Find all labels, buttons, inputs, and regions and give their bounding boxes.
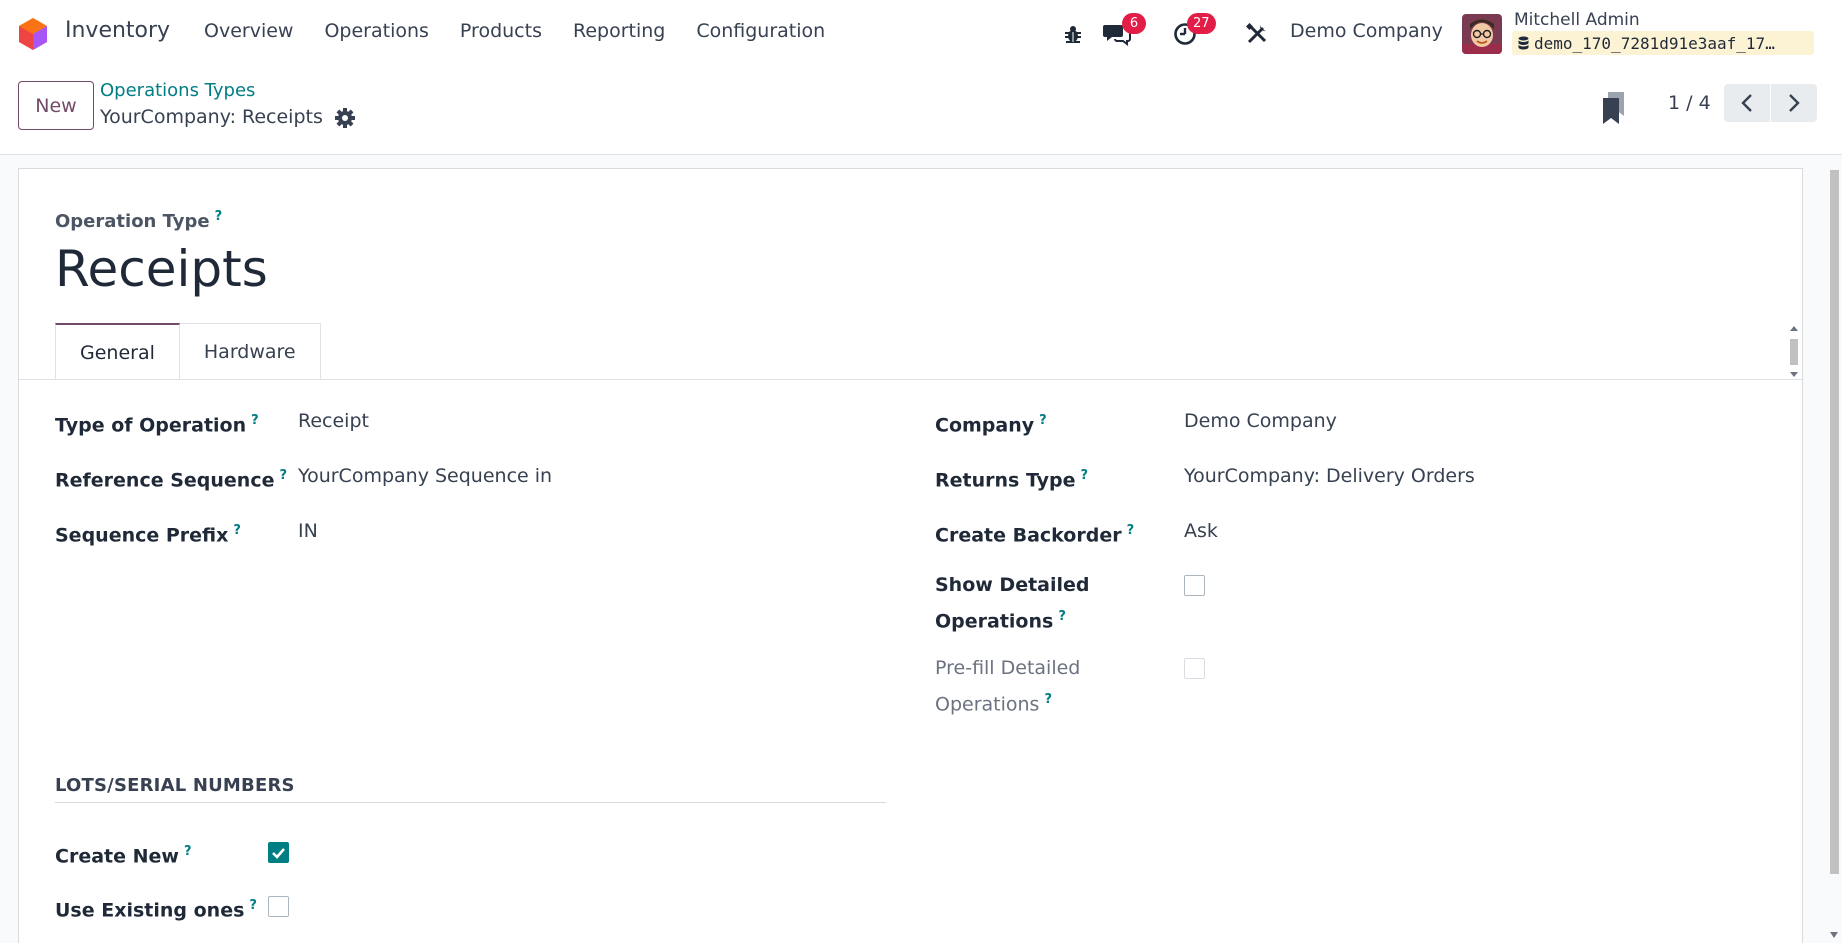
help-tooltip-icon[interactable]: ? [249,898,257,913]
main-menu: Overview Operations Products Reporting C… [204,20,856,42]
bookmarks-icon[interactable] [1601,91,1627,125]
top-navbar: Inventory Overview Operations Products R… [0,0,1842,67]
reference-sequence-label-text: Reference Sequence [55,469,275,492]
company-label: Company? [935,405,1047,441]
sequence-prefix-value[interactable]: IN [298,520,318,542]
database-chip[interactable]: demo_170_7281d91e3aaf_17… [1512,31,1814,55]
create-backorder-value[interactable]: Ask [1184,520,1218,542]
show-detailed-operations-label-line1: Show Detailed [935,574,1090,596]
messages-badge: 6 [1122,13,1146,34]
menu-operations[interactable]: Operations [324,20,428,42]
help-tooltip-icon[interactable]: ? [251,413,259,428]
tab-hardware[interactable]: Hardware [179,323,321,380]
help-tooltip-icon[interactable]: ? [215,209,223,224]
breadcrumb-operations-types[interactable]: Operations Types [100,80,255,101]
record-title[interactable]: Receipts [55,240,268,298]
type-of-operation-label: Type of Operation? [55,405,259,441]
create-new-checkbox[interactable] [268,842,289,863]
database-name: demo_170_7281d91e3aaf_17… [1534,33,1775,53]
use-existing-label-text: Use Existing ones [55,899,245,922]
operation-type-label: Operation Type? [55,209,222,232]
help-tooltip-icon[interactable]: ? [1058,609,1066,624]
new-button[interactable]: New [18,81,94,130]
type-of-operation-value[interactable]: Receipt [298,410,369,432]
returns-type-label: Returns Type? [935,460,1088,496]
help-tooltip-icon[interactable]: ? [1127,523,1135,538]
prefill-detailed-operations-checkbox [1184,658,1205,679]
create-backorder-label: Create Backorder? [935,515,1134,551]
pager-next-button[interactable] [1771,84,1817,122]
type-of-operation-label-text: Type of Operation [55,414,247,437]
activities-badge: 27 [1187,13,1216,34]
prefill-detailed-operations-label: Pre-fill Detailed Operations? [935,652,1080,720]
tabs-scrollbar[interactable] [1787,324,1801,379]
breadcrumb-current-record: YourCompany: Receipts [100,106,323,128]
activities-clock-icon[interactable]: 27 [1171,13,1216,48]
help-tooltip-icon[interactable]: ? [184,844,192,859]
show-detailed-operations-label-line2: Operations [935,610,1054,633]
user-avatar[interactable] [1462,14,1502,54]
pager-value[interactable]: 1 / 4 [1668,92,1711,114]
user-name[interactable]: Mitchell Admin [1514,10,1640,30]
menu-products[interactable]: Products [460,20,542,42]
page-scrollbar[interactable] [1826,168,1842,943]
menu-reporting[interactable]: Reporting [573,20,665,42]
record-actions-gear-icon[interactable] [334,107,356,129]
sequence-prefix-label: Sequence Prefix? [55,515,241,551]
reference-sequence-value[interactable]: YourCompany Sequence in [298,465,552,487]
menu-configuration[interactable]: Configuration [696,20,825,42]
form-tabs: General Hardware [55,323,321,380]
use-existing-label: Use Existing ones? [55,890,257,926]
prefill-detailed-operations-label-line1: Pre-fill Detailed [935,657,1081,679]
prefill-detailed-operations-label-line2: Operations [935,693,1040,716]
reference-sequence-label: Reference Sequence? [55,460,287,496]
settings-tools-icon[interactable] [1243,20,1271,48]
help-tooltip-icon[interactable]: ? [1039,413,1047,428]
tabs-divider [19,379,1803,380]
debug-bug-icon[interactable] [1059,20,1087,48]
returns-type-value[interactable]: YourCompany: Delivery Orders [1184,465,1475,487]
show-detailed-operations-label: Show Detailed Operations? [935,569,1090,637]
help-tooltip-icon[interactable]: ? [233,523,241,538]
inventory-app-logo[interactable] [18,17,48,51]
help-tooltip-icon[interactable]: ? [279,468,287,483]
company-value[interactable]: Demo Company [1184,410,1337,432]
company-label-text: Company [935,414,1035,437]
use-existing-checkbox[interactable] [268,896,289,917]
menu-overview[interactable]: Overview [204,20,293,42]
sequence-prefix-label-text: Sequence Prefix [55,524,229,547]
control-panel: New Operations Types YourCompany: Receip… [0,67,1842,155]
chevron-left-icon [1741,94,1752,112]
help-tooltip-icon[interactable]: ? [1044,692,1052,707]
section-divider [55,802,886,803]
app-name[interactable]: Inventory [65,18,170,43]
company-switcher[interactable]: Demo Company [1290,20,1443,42]
chevron-right-icon [1789,94,1800,112]
create-new-label: Create New? [55,836,192,872]
operation-type-label-text: Operation Type [55,211,210,232]
messages-icon[interactable]: 6 [1103,13,1146,48]
form-sheet: Operation Type? Receipts General Hardwar… [18,168,1803,943]
lots-serial-numbers-section-title: LOTS/SERIAL NUMBERS [55,775,295,796]
create-new-label-text: Create New [55,845,179,868]
help-tooltip-icon[interactable]: ? [1081,468,1089,483]
pager-previous-button[interactable] [1724,84,1770,122]
create-backorder-label-text: Create Backorder [935,524,1122,547]
show-detailed-operations-checkbox[interactable] [1184,575,1205,596]
tab-general[interactable]: General [55,323,180,380]
database-icon [1518,36,1529,50]
returns-type-label-text: Returns Type [935,469,1076,492]
checkmark-icon [272,847,285,859]
